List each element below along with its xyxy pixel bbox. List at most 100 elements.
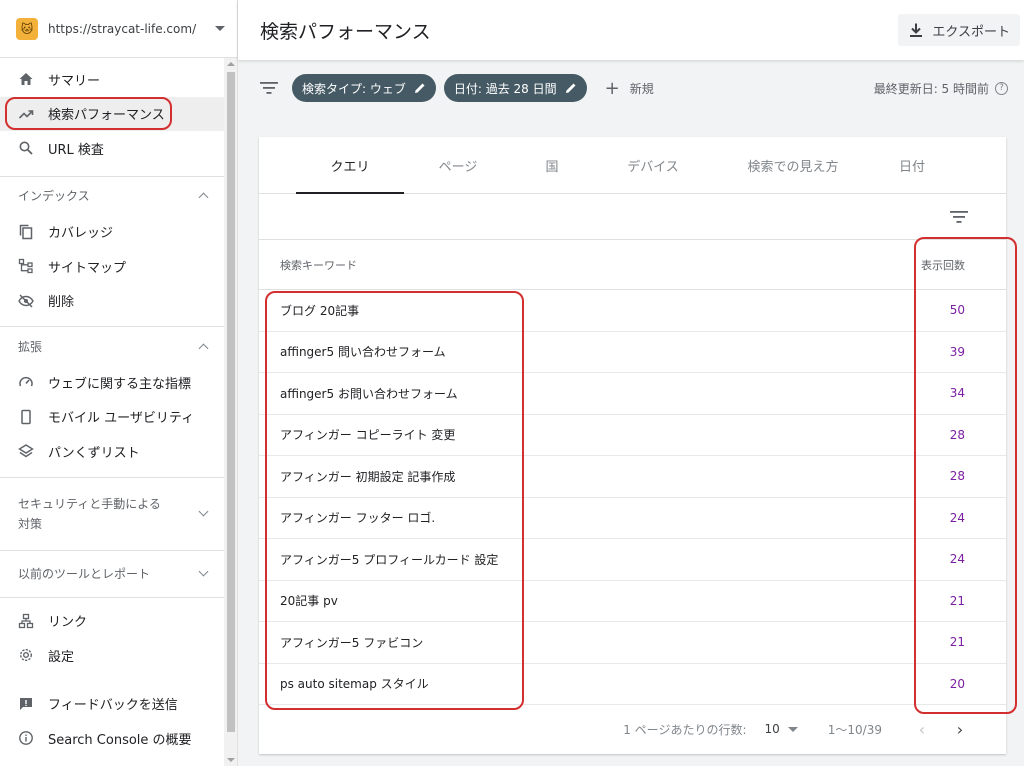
gear-icon — [18, 647, 34, 663]
next-page-button[interactable]: › — [950, 720, 970, 739]
query-cell: アフィンガー コピーライト 変更 — [280, 428, 456, 443]
tab-queries[interactable]: クエリ — [296, 137, 404, 194]
nav-performance[interactable]: 検索パフォーマンス — [0, 96, 237, 131]
query-cell: アフィンガー 初期設定 記事作成 — [280, 469, 456, 484]
caret-down-icon — [215, 26, 225, 31]
last-updated: 最終更新日: 5 時間前 ? — [874, 80, 1008, 97]
search-type-chip[interactable]: 検索タイプ: ウェブ — [292, 74, 436, 102]
last-updated-text: 最終更新日: 5 時間前 — [873, 81, 989, 96]
nav-summary[interactable]: サマリー — [0, 62, 237, 97]
tab-devices[interactable]: デバイス — [592, 137, 714, 194]
scroll-up-arrow-icon[interactable] — [227, 62, 235, 66]
table-row[interactable]: affinger5 問い合わせフォーム 39 — [259, 332, 1006, 373]
column-impressions-header[interactable]: 表示回数 — [921, 257, 965, 273]
pagination: 1 ページあたりの行数: 10 1～10/39 ‹ › — [259, 705, 1006, 753]
sidebar-scrollbar[interactable] — [224, 58, 237, 766]
tab-countries[interactable]: 国 — [512, 137, 592, 194]
table-row[interactable]: アフィンガー 初期設定 記事作成 28 — [259, 456, 1006, 498]
impressions-cell: 28 — [949, 469, 965, 484]
nav-settings[interactable]: 設定 — [0, 638, 237, 673]
visibility-off-icon — [18, 293, 34, 309]
sidebar: 🐱 https://straycat-life.com/ サマリー 検索パフォー… — [0, 0, 238, 766]
table-row[interactable]: 20記事 pv 21 — [259, 581, 1006, 622]
table-row[interactable]: アフィンガー フッター ロゴ. 24 — [259, 498, 1006, 539]
table-filter-icon[interactable] — [950, 210, 968, 224]
prev-page-button[interactable]: ‹ — [912, 720, 932, 739]
nav-breadcrumbs[interactable]: パンくずリスト — [0, 434, 237, 469]
tab-pages[interactable]: ページ — [404, 137, 512, 194]
table-row[interactable]: ps auto sitemap スタイル 20 — [259, 664, 1006, 705]
section-index[interactable]: インデックス — [0, 177, 237, 215]
nav-removals-label: 削除 — [48, 295, 75, 311]
tab-dates[interactable]: 日付 — [872, 137, 952, 194]
feedback-icon — [18, 696, 34, 712]
sitemap-icon — [18, 258, 34, 274]
new-filter-label: 新規 — [629, 81, 654, 96]
query-cell: アフィンガー5 ファビコン — [280, 635, 424, 650]
smartphone-icon — [18, 409, 34, 425]
main-content: 検索パフォーマンス エクスポート 検索タイプ: ウェブ 日付: 過去 28 日間… — [238, 0, 1024, 766]
section-security[interactable]: セキュリティと手動による対策 — [0, 478, 237, 550]
plus-icon: + — [604, 77, 620, 99]
search-type-chip-label: 検索タイプ: ウェブ — [302, 81, 406, 96]
date-chip[interactable]: 日付: 過去 28 日間 — [443, 74, 587, 102]
table-row[interactable]: ブログ 20記事 50 — [259, 290, 1006, 332]
trending-up-icon — [18, 106, 34, 122]
chevron-down-icon — [198, 506, 209, 517]
nav-web-vitals-label: ウェブに関する主な指標 — [48, 376, 192, 392]
edit-icon — [414, 83, 425, 93]
scroll-thumb[interactable] — [227, 72, 235, 732]
nav-feedback-label: フィードバックを送信 — [48, 698, 178, 714]
nav-mobile-usability[interactable]: モバイル ユーザビリティ — [0, 400, 237, 435]
nav-coverage[interactable]: カバレッジ — [0, 215, 237, 250]
table-row[interactable]: アフィンガー コピーライト 変更 28 — [259, 415, 1006, 456]
caret-down-icon[interactable] — [787, 726, 798, 732]
nav-about[interactable]: Search Console の概要 — [0, 721, 237, 756]
section-enhancements-label: 拡張 — [18, 339, 43, 354]
filter-icon[interactable] — [260, 82, 278, 94]
export-button[interactable]: エクスポート — [898, 14, 1020, 46]
new-filter-button[interactable]: + 新規 — [605, 78, 654, 99]
section-legacy[interactable]: 以前のツールとレポート — [0, 551, 237, 597]
table-row[interactable]: アフィンガー5 プロフィールカード 設定 24 — [259, 539, 1006, 581]
edit-icon — [565, 83, 576, 93]
speed-icon — [18, 374, 34, 390]
help-icon[interactable]: ? — [995, 81, 1008, 95]
property-url: https://straycat-life.com/ — [48, 21, 197, 36]
nav-removals[interactable]: 削除 — [0, 284, 237, 319]
chevron-up-icon — [198, 192, 209, 203]
page-range: 1～10/39 — [827, 722, 882, 737]
table-row[interactable]: affinger5 お問い合わせフォーム 34 — [259, 373, 1006, 415]
rows-per-page-select[interactable]: 10 — [765, 722, 780, 736]
section-enhancements[interactable]: 拡張 — [0, 327, 237, 365]
download-icon — [910, 23, 923, 37]
info-icon — [18, 730, 34, 746]
nav-sitemaps[interactable]: サイトマップ — [0, 249, 237, 284]
nav-web-vitals[interactable]: ウェブに関する主な指標 — [0, 365, 237, 400]
scroll-down-arrow-icon[interactable] — [227, 758, 235, 762]
table-row[interactable]: アフィンガー5 ファビコン 21 — [259, 622, 1006, 664]
section-security-label: セキュリティと手動による対策 — [18, 496, 161, 531]
date-chip-label: 日付: 過去 28 日間 — [453, 81, 557, 96]
links-icon — [18, 613, 34, 629]
section-legacy-label: 以前のツールとレポート — [18, 567, 151, 581]
section-index-label: インデックス — [18, 189, 90, 203]
query-cell: affinger5 問い合わせフォーム — [280, 345, 446, 360]
tab-search-appearance[interactable]: 検索での見え方 — [714, 137, 872, 194]
chevron-up-icon — [198, 343, 209, 353]
search-icon — [18, 140, 34, 156]
results-card: クエリ ページ 国 デバイス 検索での見え方 日付 検索キーワード 表示回数 ブ… — [259, 137, 1006, 754]
property-selector[interactable]: 🐱 https://straycat-life.com/ — [0, 0, 237, 58]
query-cell: 20記事 pv — [280, 594, 338, 609]
table-body: ブログ 20記事 50 affinger5 問い合わせフォーム 39 affinge… — [259, 290, 1006, 705]
home-icon — [18, 71, 34, 87]
nav-feedback[interactable]: フィードバックを送信 — [0, 687, 237, 722]
query-cell: ps auto sitemap スタイル — [280, 677, 429, 692]
cat-icon: 🐱 — [16, 17, 38, 40]
nav-breadcrumbs-label: パンくずリスト — [48, 445, 140, 461]
nav-url-inspection[interactable]: URL 検査 — [0, 131, 237, 166]
query-cell: アフィンガー フッター ロゴ. — [280, 511, 436, 526]
table-header: 検索キーワード 表示回数 — [259, 240, 1006, 290]
nav-links[interactable]: リンク — [0, 604, 237, 639]
column-query-header[interactable]: 検索キーワード — [280, 257, 357, 273]
